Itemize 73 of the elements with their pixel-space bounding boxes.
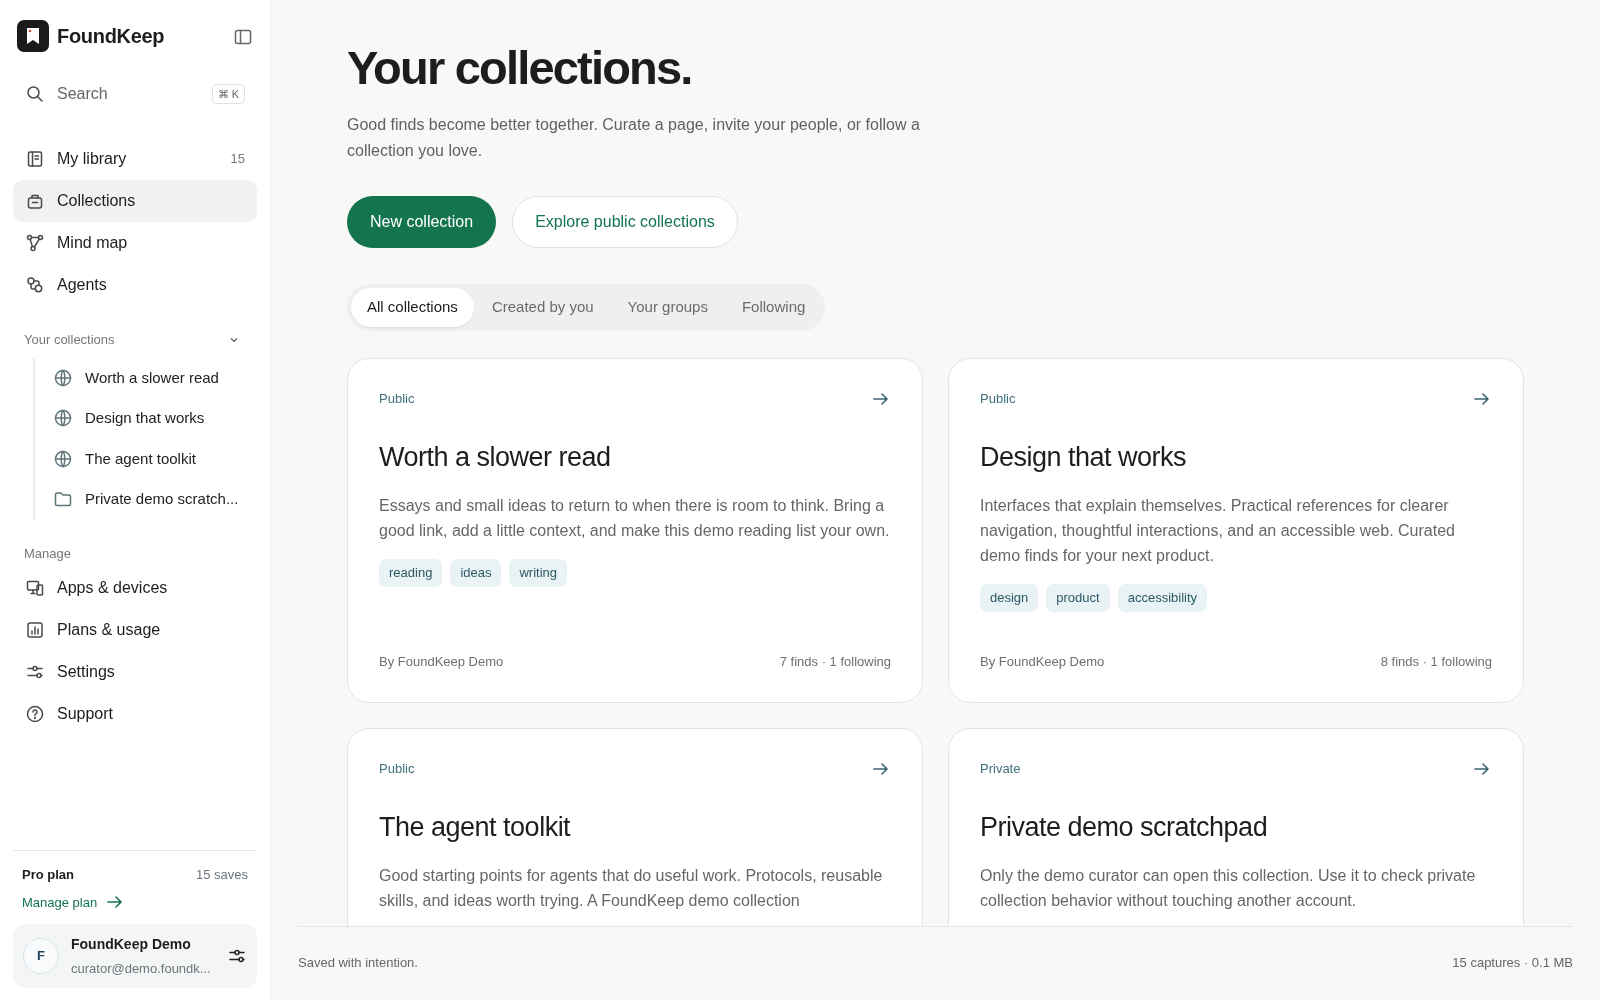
section-heading: Manage <box>23 544 72 563</box>
card-title: Design that works <box>980 440 1188 474</box>
card-author: By FoundKeep Demo <box>379 653 504 672</box>
visibility-label: Public <box>379 760 415 779</box>
footer-stats: 15 captures · 0.1 MB <box>1452 953 1573 972</box>
filter-tab[interactable]: Created by you <box>475 288 610 327</box>
graph-icon <box>25 233 45 253</box>
nav-item[interactable]: Agents <box>13 264 257 306</box>
tag[interactable]: reading <box>379 559 443 587</box>
user-name: FoundKeep Demo <box>71 934 192 954</box>
card-description: Good starting points for agents that do useful work. Protocols, reusable skills, and ideas worth trying. A FoundKeep demo collection <box>379 866 884 912</box>
card-description: Essays and small ideas to return to when there is room to think. Bring a good link, add a little context, and make this demo reading list your own. <box>379 496 891 542</box>
nav-item[interactable]: Mind map <box>13 222 257 264</box>
search-field[interactable]: Search ⌘ K <box>13 74 257 114</box>
collection-card[interactable] <box>948 357 1524 703</box>
card-stats: 7 finds · 1 following <box>779 653 891 672</box>
footer-note: Saved with intention. <box>298 953 418 972</box>
collection-link[interactable]: The agent toolkit <box>49 438 257 479</box>
card-stats: 8 finds · 1 following <box>1380 653 1492 672</box>
globe-icon <box>53 448 73 469</box>
avatar: F <box>23 937 59 974</box>
logo-icon <box>17 20 49 52</box>
filter-tab[interactable]: All collections <box>351 288 474 327</box>
visibility-label: Public <box>379 390 415 409</box>
nodes-icon <box>25 275 45 295</box>
card-title: The agent toolkit <box>379 810 572 844</box>
globe-icon <box>53 367 73 388</box>
nav-item[interactable]: Apps & devices <box>13 567 257 609</box>
filter-tab[interactable]: Following <box>725 288 822 327</box>
nav-item[interactable]: Plans & usage <box>13 609 257 651</box>
bar-chart-icon <box>25 620 45 640</box>
visibility-label: Private <box>980 760 1021 779</box>
user-card[interactable]: F FoundKeep Demo curator@demo.foundk... <box>13 923 257 988</box>
card-description: Only the demo curator can open this collection. Use it to check private collection behavior without touching another account. <box>980 866 1477 912</box>
item-count: 15 <box>230 150 245 169</box>
tag[interactable]: accessibility <box>1117 584 1208 612</box>
page-subtitle: Good finds become better together. Curate a page, invite your people, or follow a collection you love. <box>347 115 921 162</box>
manage-plan-link[interactable]: Manage plan <box>22 892 126 913</box>
new-collection-button[interactable]: New collection <box>347 196 497 249</box>
collection-card[interactable]: Private Private demo scratchpad Only the demo curator can open this collection. Use it to check private collection behavior without touching another account. <box>948 727 1524 926</box>
book-icon <box>25 149 45 169</box>
collection-card[interactable] <box>347 357 923 703</box>
collection-card[interactable]: Public The agent toolkit Good starting points for agents that do useful work. Protocols, reusable skills, and ideas worth trying. A FoundKeep demo collection <box>347 727 923 926</box>
nav-item[interactable]: Support <box>13 693 257 735</box>
help-icon <box>25 704 45 724</box>
tag[interactable]: design <box>980 584 1039 612</box>
search-icon <box>25 84 45 104</box>
tag[interactable]: ideas <box>450 559 502 587</box>
explore-button[interactable]: Explore public collections <box>512 196 738 249</box>
devices-icon <box>25 578 45 598</box>
page-title: Your collections. <box>347 40 693 96</box>
card-title: Worth a slower read <box>379 440 612 474</box>
tag[interactable]: writing <box>509 559 568 587</box>
shortcut-hint: ⌘ K <box>211 83 245 105</box>
plan-name: Pro plan <box>22 865 74 884</box>
collection-link[interactable]: Private demo scratch... <box>49 479 257 520</box>
collection-link[interactable]: Design that works <box>49 398 257 439</box>
user-email: curator@demo.foundk... <box>71 959 212 978</box>
card-title: Private demo scratchpad <box>980 810 1269 844</box>
nav-item[interactable]: Settings <box>13 651 257 693</box>
visibility-label: Public <box>980 390 1016 409</box>
brand-name: FoundKeep <box>57 24 165 49</box>
search-placeholder: Search <box>57 84 108 104</box>
filter-tab[interactable]: Your groups <box>611 288 724 327</box>
card-author: By FoundKeep Demo <box>980 653 1105 672</box>
section-toggle[interactable]: Your collections <box>13 330 257 350</box>
nav-item[interactable]: My library 15 <box>13 138 257 180</box>
nav-item[interactable]: Collections <box>13 180 257 222</box>
collection-link[interactable]: Worth a slower read <box>49 357 257 398</box>
card-description: Interfaces that explain themselves. Practical references for clearer navigation, thoughtful interactions, and an accessible web. Curated demo finds for your next product. <box>980 496 1456 567</box>
saves-count: 15 saves <box>195 865 248 884</box>
tag[interactable]: product <box>1046 584 1110 612</box>
globe-icon <box>53 408 73 429</box>
